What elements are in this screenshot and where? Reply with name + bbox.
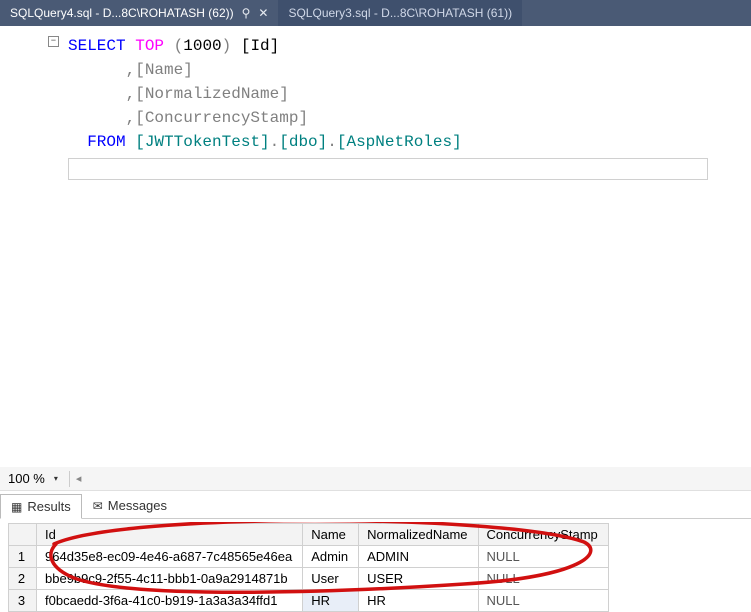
tab-messages[interactable]: ✉ Messages xyxy=(82,493,178,518)
tab-label: Results xyxy=(27,499,70,514)
operator: . xyxy=(327,133,337,151)
code-block: SELECT TOP (1000) [Id] ,[Name] ,[Normali… xyxy=(24,34,751,154)
identifier: [AspNetRoles] xyxy=(337,133,462,151)
col-header-id[interactable]: Id xyxy=(37,524,303,546)
cell-name[interactable]: HR xyxy=(303,590,359,612)
scroll-left-icon[interactable]: ◂ xyxy=(76,472,82,485)
keyword: SELECT xyxy=(68,37,126,55)
document-tabs: SQLQuery4.sql - D...8C\ROHATASH (62)) ⚲ … xyxy=(0,0,751,26)
table-row[interactable]: 2 bbe9b9c9-2f55-4c11-bbb1-0a9a2914871b U… xyxy=(9,568,609,590)
table-row[interactable]: 3 f0bcaedd-3f6a-41c0-b919-1a3a3a34ffd1 H… xyxy=(9,590,609,612)
result-tabs: ▦ Results ✉ Messages xyxy=(0,491,751,519)
number: 1000 xyxy=(183,37,221,55)
corner-header[interactable] xyxy=(9,524,37,546)
results-grid: Id Name NormalizedName ConcurrencyStamp … xyxy=(0,519,751,612)
divider xyxy=(69,471,70,487)
identifier: ,[NormalizedName] xyxy=(68,85,289,103)
paren: ) xyxy=(222,37,232,55)
paren: ( xyxy=(174,37,184,55)
row-number[interactable]: 3 xyxy=(9,590,37,612)
tab-sqlquery4[interactable]: SQLQuery4.sql - D...8C\ROHATASH (62)) ⚲ … xyxy=(0,0,278,26)
zoom-bar: 100 % ▾ ◂ xyxy=(0,467,751,491)
operator: . xyxy=(270,133,280,151)
code-line: ,[Name] xyxy=(68,58,751,82)
cell-name[interactable]: Admin xyxy=(303,546,359,568)
code-line: ,[ConcurrencyStamp] xyxy=(68,106,751,130)
cell-id[interactable]: f0bcaedd-3f6a-41c0-b919-1a3a3a34ffd1 xyxy=(37,590,303,612)
cell-concurrencystamp[interactable]: NULL xyxy=(478,546,608,568)
cursor-line xyxy=(68,158,708,180)
cell-name[interactable]: User xyxy=(303,568,359,590)
close-icon[interactable]: ✕ xyxy=(258,6,268,20)
cell-id[interactable]: 964d35e8-ec09-4e46-a687-7c48565e46ea xyxy=(37,546,303,568)
col-header-normalizedname[interactable]: NormalizedName xyxy=(359,524,478,546)
cell-concurrencystamp[interactable]: NULL xyxy=(478,590,608,612)
tab-sqlquery3[interactable]: SQLQuery3.sql - D...8C\ROHATASH (61)) xyxy=(278,0,522,26)
header-row: Id Name NormalizedName ConcurrencyStamp xyxy=(9,524,609,546)
cell-normalizedname[interactable]: USER xyxy=(359,568,478,590)
code-line: ,[NormalizedName] xyxy=(68,82,751,106)
keyword: TOP xyxy=(126,37,174,55)
chevron-down-icon[interactable]: ▾ xyxy=(49,472,63,486)
tab-label: Messages xyxy=(108,498,167,513)
identifier: [JWTTokenTest] xyxy=(135,133,269,151)
code-line: FROM [JWTTokenTest].[dbo].[AspNetRoles] xyxy=(68,130,751,154)
message-icon: ✉ xyxy=(93,499,103,513)
identifier: ,[ConcurrencyStamp] xyxy=(68,109,308,127)
tab-label: SQLQuery4.sql - D...8C\ROHATASH (62)) xyxy=(10,6,234,20)
pin-icon[interactable]: ⚲ xyxy=(242,6,251,20)
keyword: FROM xyxy=(68,133,135,151)
row-number[interactable]: 2 xyxy=(9,568,37,590)
cell-normalizedname[interactable]: HR xyxy=(359,590,478,612)
tab-label: SQLQuery3.sql - D...8C\ROHATASH (61)) xyxy=(288,6,512,20)
row-number[interactable]: 1 xyxy=(9,546,37,568)
cell-normalizedname[interactable]: ADMIN xyxy=(359,546,478,568)
data-table[interactable]: Id Name NormalizedName ConcurrencyStamp … xyxy=(8,523,609,612)
tab-results[interactable]: ▦ Results xyxy=(0,494,82,519)
identifier: [dbo] xyxy=(279,133,327,151)
fold-toggle-icon[interactable]: − xyxy=(48,36,59,47)
identifier: ,[Name] xyxy=(68,61,193,79)
col-header-concurrencystamp[interactable]: ConcurrencyStamp xyxy=(478,524,608,546)
code-line: SELECT TOP (1000) [Id] xyxy=(68,34,751,58)
identifier: [Id] xyxy=(231,37,279,55)
zoom-value: 100 % xyxy=(4,471,49,486)
sql-editor[interactable]: − SELECT TOP (1000) [Id] ,[Name] ,[Norma… xyxy=(0,26,751,467)
cell-concurrencystamp[interactable]: NULL xyxy=(478,568,608,590)
cell-id[interactable]: bbe9b9c9-2f55-4c11-bbb1-0a9a2914871b xyxy=(37,568,303,590)
grid-icon: ▦ xyxy=(11,500,22,514)
table-row[interactable]: 1 964d35e8-ec09-4e46-a687-7c48565e46ea A… xyxy=(9,546,609,568)
col-header-name[interactable]: Name xyxy=(303,524,359,546)
